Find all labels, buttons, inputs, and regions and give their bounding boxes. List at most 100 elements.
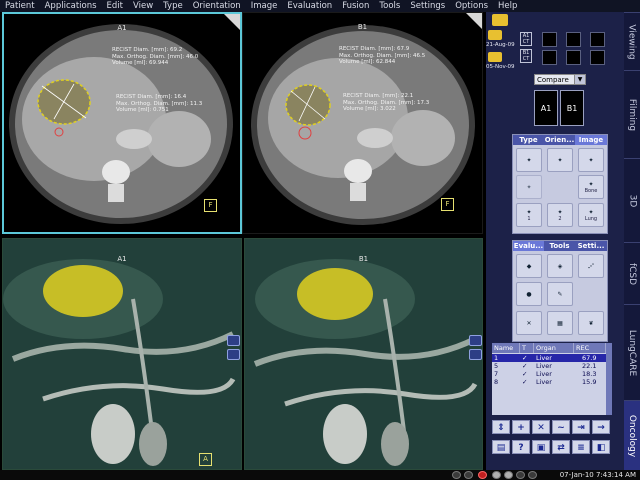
lung-window-button[interactable]: ✦ Lung [578,203,604,227]
table-scrollbar[interactable] [606,343,612,415]
empty-slot[interactable] [590,32,605,47]
window-icon: ✦ [526,156,532,164]
doc-icon[interactable] [492,471,501,479]
table-row[interactable]: 7 ✓ Liver 18.3 [492,370,606,378]
viewport-ct-a1[interactable]: A1 RECIST Diam. [mm]: 69.2 Max. Orthog. D… [2,12,242,234]
tab-filming[interactable]: Filming [624,70,640,159]
power-icon[interactable] [452,471,461,479]
menu-edit[interactable]: Edit [102,0,128,12]
tab-3d[interactable]: 3D [624,158,640,243]
media-icon[interactable] [516,471,525,479]
menu-type[interactable]: Type [158,0,188,12]
window-icon: ✦ [557,208,563,216]
study-tag-b1[interactable]: B1 CT [520,49,532,63]
window-preset-button[interactable]: ✦ [516,175,542,199]
camera-icon[interactable] [469,335,482,346]
corner-fold-icon[interactable] [224,14,240,30]
menu-settings[interactable]: Settings [405,0,450,12]
window-preset-button[interactable]: ✦ [516,148,542,172]
tab-oncology[interactable]: Oncology [624,400,640,471]
window-2-button[interactable]: ✦ 2 [547,203,573,227]
lymph-node-button[interactable]: ● [516,282,542,306]
layout-button-a1[interactable]: A1 [534,90,558,126]
tab-viewing[interactable]: Viewing [624,12,640,71]
move-updown-button[interactable]: ⇕ [492,420,510,434]
view-button[interactable]: ◧ [592,440,610,454]
column-header-rec[interactable]: REC [574,343,606,353]
next-finding-button[interactable]: ⇥ [572,420,590,434]
menu-help[interactable]: Help [493,0,522,12]
tab-image[interactable]: Image [575,135,608,145]
tab-type[interactable]: Type [513,135,545,145]
table-row[interactable]: 5 ✓ Liver 22.1 [492,362,606,370]
link-finding-button[interactable]: ~ [552,420,570,434]
study-tag-a1[interactable]: A1 CT [520,32,532,46]
empty-slot[interactable] [566,32,581,47]
clock-icon[interactable] [464,471,473,479]
folder-icon[interactable] [492,14,508,26]
empty-slot[interactable] [542,32,557,47]
empty-slot[interactable] [590,50,605,65]
tab-tools[interactable]: Tools [544,241,576,251]
menu-tools[interactable]: Tools [374,0,405,12]
tab-lungcare[interactable]: LungCARE [624,304,640,401]
viewport-ct-b1[interactable]: B1 RECIST Diam. [mm]: 67.9 Max. Orthog. D… [242,12,483,234]
export-button[interactable]: ⇄ [552,440,570,454]
pen-tool-button[interactable]: ✎ [547,282,573,306]
column-header-organ[interactable]: Organ [534,343,574,353]
alert-icon[interactable] [478,471,487,479]
cell-t: ✓ [522,354,528,362]
measure-tool-button[interactable]: ✕ [516,311,542,335]
add-finding-button[interactable]: + [512,420,530,434]
menu-patient[interactable]: Patient [0,0,40,12]
corner-fold-icon[interactable] [466,13,482,29]
table-row[interactable]: 8 ✓ Liver 15.9 [492,378,606,386]
empty-slot[interactable] [566,50,581,65]
menu-evaluation[interactable]: Evaluation [282,0,337,12]
menu-view[interactable]: View [128,0,158,12]
menu-image[interactable]: Image [246,0,283,12]
help-report-button[interactable]: ? [512,440,530,454]
delete-finding-button[interactable]: ✕ [532,420,550,434]
menu-fusion[interactable]: Fusion [337,0,374,12]
dots-tool-button[interactable]: ⋰ [578,254,604,278]
eye-icon[interactable] [227,349,240,360]
mesh-tool-button[interactable]: ▦ [547,311,573,335]
study-folder-icon[interactable] [488,30,502,40]
layout-button-b1[interactable]: B1 [560,90,584,126]
dots-icon: ⋰ [588,262,594,270]
window-preset-button[interactable]: ✦ [578,148,604,172]
study-folder-icon[interactable] [488,52,502,62]
tab-settings[interactable]: Setti... [575,241,608,251]
camera-icon[interactable] [227,335,240,346]
lung-tool-button[interactable]: ❦ [578,311,604,335]
viewport-vr-b1[interactable]: B1 [244,238,483,470]
tab-orientation[interactable]: Orien... [544,135,576,145]
menu-applications[interactable]: Applications [40,0,102,12]
window-1-button[interactable]: ✦ 1 [516,203,542,227]
print-button[interactable]: ▣ [532,440,550,454]
image-tool-panel: Type Orien... Image ✦ ✦ ✦ ✦ ✦ Bone ✦ 1 ✦ 2 … [512,134,608,234]
cell-organ: Liver [536,362,552,370]
report-button[interactable]: ▤ [492,440,510,454]
list-button[interactable]: ≡ [572,440,590,454]
tab-fcsd[interactable]: fCSD [624,242,640,305]
network-icon[interactable] [504,471,513,479]
liver-segment-button[interactable]: ◆ [516,254,542,278]
tab-evaluation[interactable]: Evalu... [513,241,545,251]
column-header-t[interactable]: T [520,343,534,353]
empty-slot[interactable] [542,50,557,65]
table-row[interactable]: 1 ✓ Liver 67.9 [492,354,606,362]
body-region-button[interactable]: ◈ [547,254,573,278]
menu-options[interactable]: Options [450,0,493,12]
window-preset-button[interactable]: ✦ [547,148,573,172]
compare-mode-select[interactable]: Compare ▼ [534,74,586,85]
eye-icon[interactable] [469,349,482,360]
status-bar: 07-Jan-10 7:43:14 AM [0,470,640,480]
forward-button[interactable]: → [592,420,610,434]
menu-orientation[interactable]: Orientation [188,0,246,12]
queue-icon[interactable] [528,471,537,479]
viewport-vr-a1[interactable]: A1 A [2,238,242,470]
column-header-name[interactable]: Name [492,343,520,353]
bone-window-button[interactable]: ✦ Bone [578,175,604,199]
